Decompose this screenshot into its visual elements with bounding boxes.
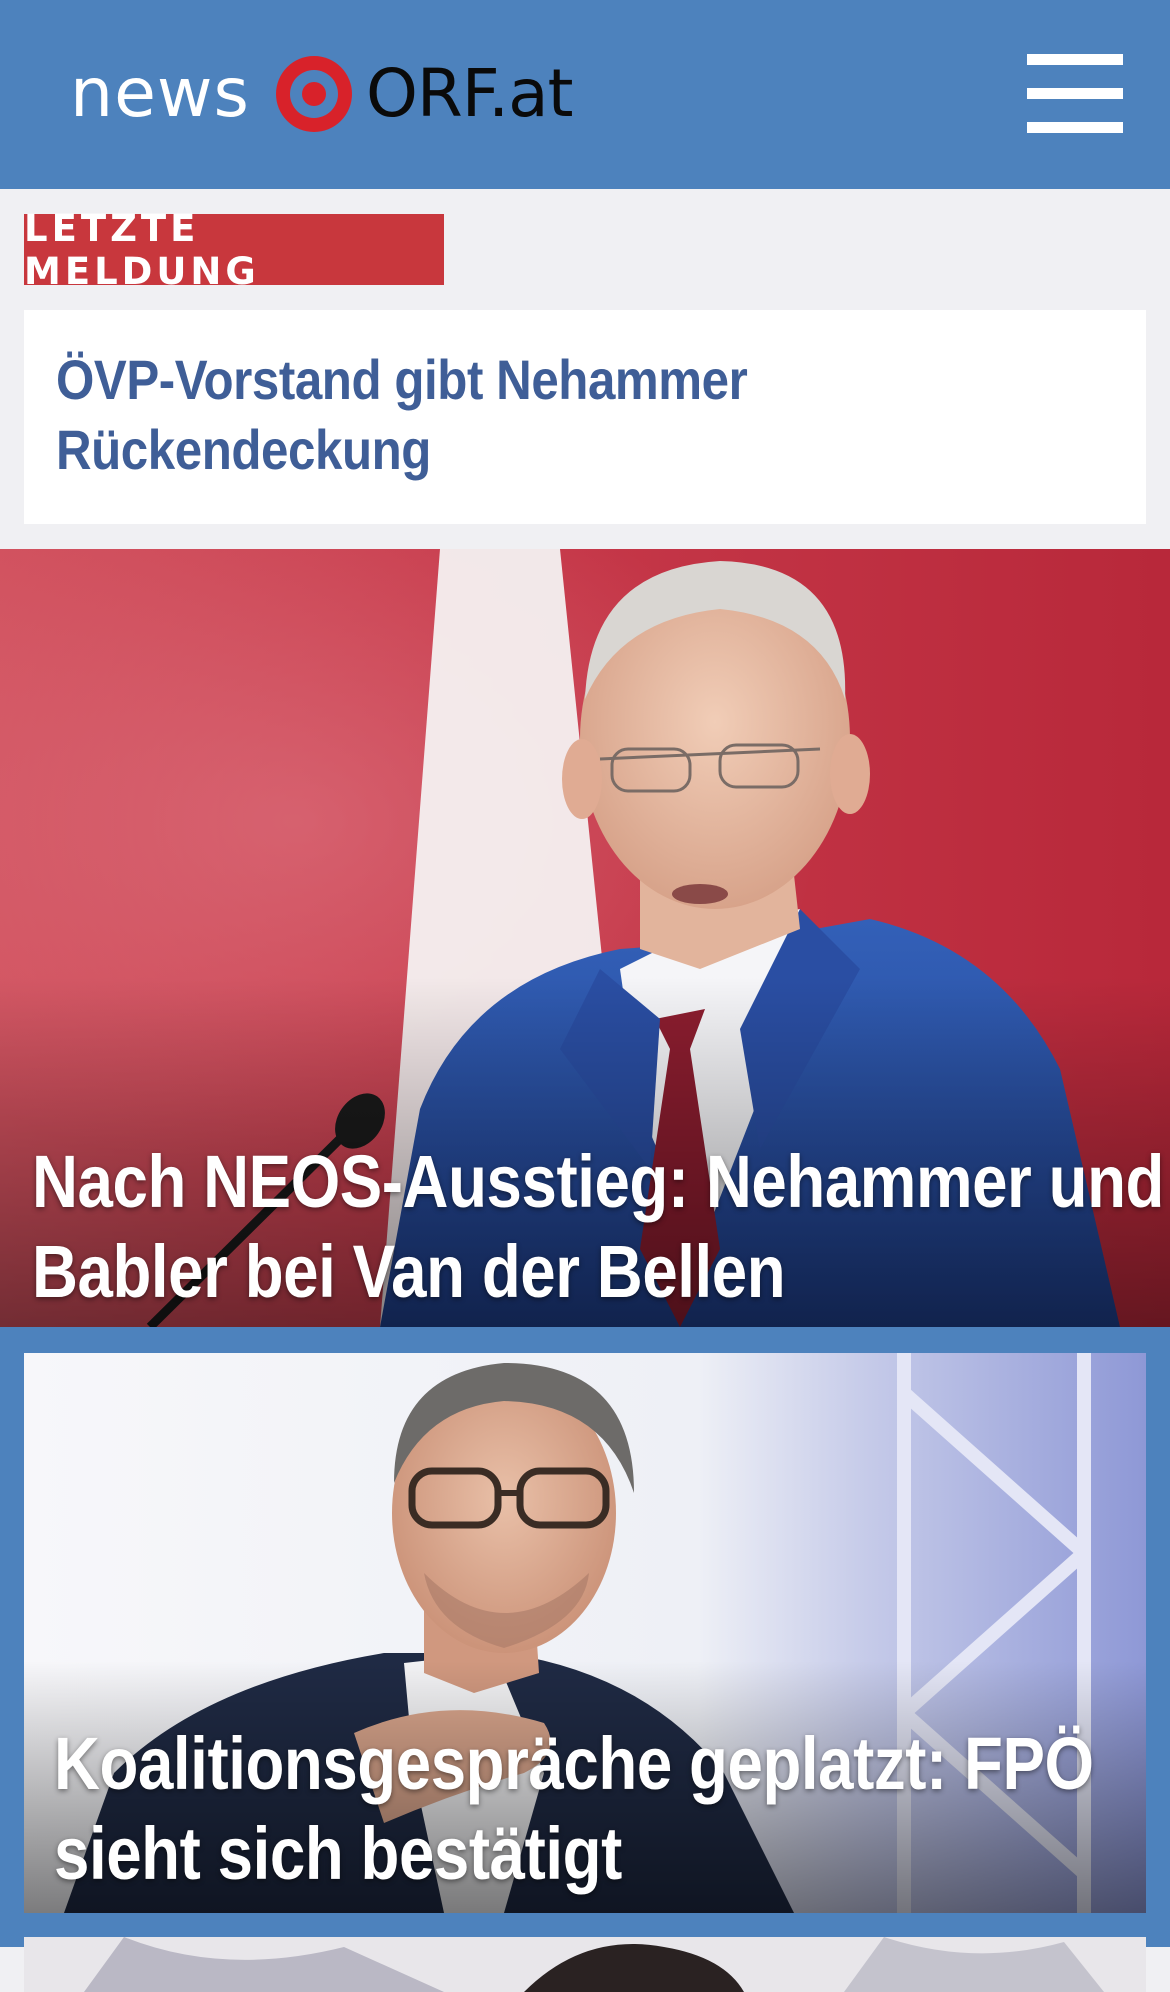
- breaking-news-card[interactable]: ÖVP-Vorstand gibt Nehammer Rückendeckung: [24, 310, 1146, 524]
- breaking-news-headline[interactable]: ÖVP-Vorstand gibt Nehammer Rückendeckung: [56, 345, 848, 485]
- second-story[interactable]: Koalitionsgespräche geplatzt: FPÖ sieht …: [24, 1353, 1146, 1913]
- logo-orf-text: ORF.at: [365, 55, 573, 132]
- top-bar: news ORF.at: [0, 0, 1170, 189]
- third-story[interactable]: [24, 1937, 1146, 1992]
- breaking-news-badge: LETZTE MELDUNG: [24, 207, 444, 293]
- orf-eye-icon: [272, 52, 356, 136]
- lead-story[interactable]: Nach NEOS-Ausstieg: Nehammer und Babler …: [0, 549, 1170, 1327]
- orf-news-logo[interactable]: news ORF.at: [70, 48, 573, 140]
- logo-news-text: news: [70, 54, 250, 133]
- second-story-title[interactable]: Koalitionsgespräche geplatzt: FPÖ sieht …: [54, 1719, 1138, 1899]
- lead-story-title[interactable]: Nach NEOS-Ausstieg: Nehammer und Babler …: [32, 1137, 1170, 1317]
- third-story-photo: [24, 1937, 1146, 1992]
- hamburger-menu-icon[interactable]: [1020, 50, 1124, 138]
